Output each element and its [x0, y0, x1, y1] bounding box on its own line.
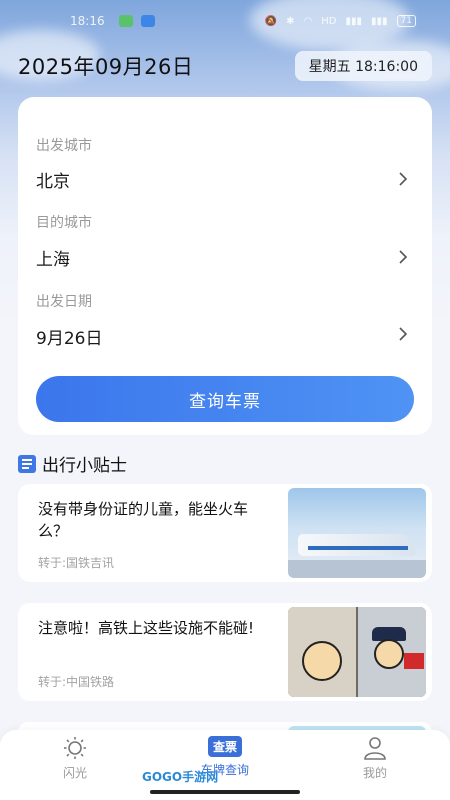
status-time: 18:16	[70, 14, 105, 28]
tip-card[interactable]: 注意啦！高铁上这些设施不能碰! 转于:中国铁路	[18, 603, 432, 701]
tip-text: 没有带身份证的儿童，能坐火车么？	[38, 500, 249, 540]
mute-icon: 🔕	[264, 15, 278, 27]
tab-flash[interactable]: 闪光	[0, 730, 150, 800]
signal-icon: ▮▮▮	[371, 15, 388, 27]
query-tickets-button[interactable]: 查询车票	[36, 376, 414, 422]
departure-date-value: 9月26日	[36, 329, 103, 349]
sun-icon	[64, 737, 86, 759]
hd-icon: HD	[321, 15, 337, 27]
tip-source: 转于:国铁吉讯	[38, 556, 115, 570]
tab-label: 闪光	[62, 766, 87, 780]
ticket-search-form: 出发城市 北京 目的城市 上海 出发日期 9月26日 查询车票	[18, 97, 432, 435]
tab-mine[interactable]: 我的	[300, 730, 450, 800]
cartoon-thumbnail	[288, 607, 426, 697]
signal-icon: ▮▮▮	[345, 15, 363, 27]
app-notification-icon	[140, 15, 155, 27]
departure-date-field[interactable]: 出发日期 9月26日	[18, 254, 432, 354]
chevron-right-icon	[399, 327, 408, 341]
destination-city-label: 目的城市	[36, 215, 92, 231]
train-thumbnail	[288, 488, 426, 578]
tip-text: 注意啦！高铁上这些设施不能碰!	[38, 619, 255, 637]
ticket-icon: 查票	[207, 736, 242, 757]
tips-section-header: 出行小贴士	[18, 451, 127, 476]
current-clock: 星期五 18:16:00	[294, 51, 432, 81]
tab-label: 我的	[362, 766, 387, 780]
tip-card[interactable]: 没有带身份证的儿童，能坐火车么？ 转于:国铁吉讯	[18, 484, 432, 582]
home-indicator[interactable]	[150, 790, 300, 794]
watermark-logo: GOGO手游网	[142, 770, 219, 784]
status-bar: 18:16 🔕 ✱ ◠ HD ▮▮▮ ▮▮▮ 71	[0, 0, 450, 42]
user-icon	[364, 737, 386, 760]
message-notification-icon	[118, 15, 133, 27]
tip-source: 转于:中国铁路	[38, 675, 115, 689]
list-icon	[18, 454, 36, 473]
current-date: 2025年09月26日	[18, 55, 194, 79]
departure-city-label: 出发城市	[36, 138, 92, 154]
date-row: 2025年09月26日 星期五 18:16:00	[18, 50, 432, 82]
tips-title: 出行小贴士	[42, 456, 127, 476]
bluetooth-icon: ✱	[286, 15, 295, 27]
departure-date-label: 出发日期	[36, 294, 92, 310]
battery-icon: 71	[396, 15, 416, 27]
wifi-icon: ◠	[303, 15, 313, 27]
